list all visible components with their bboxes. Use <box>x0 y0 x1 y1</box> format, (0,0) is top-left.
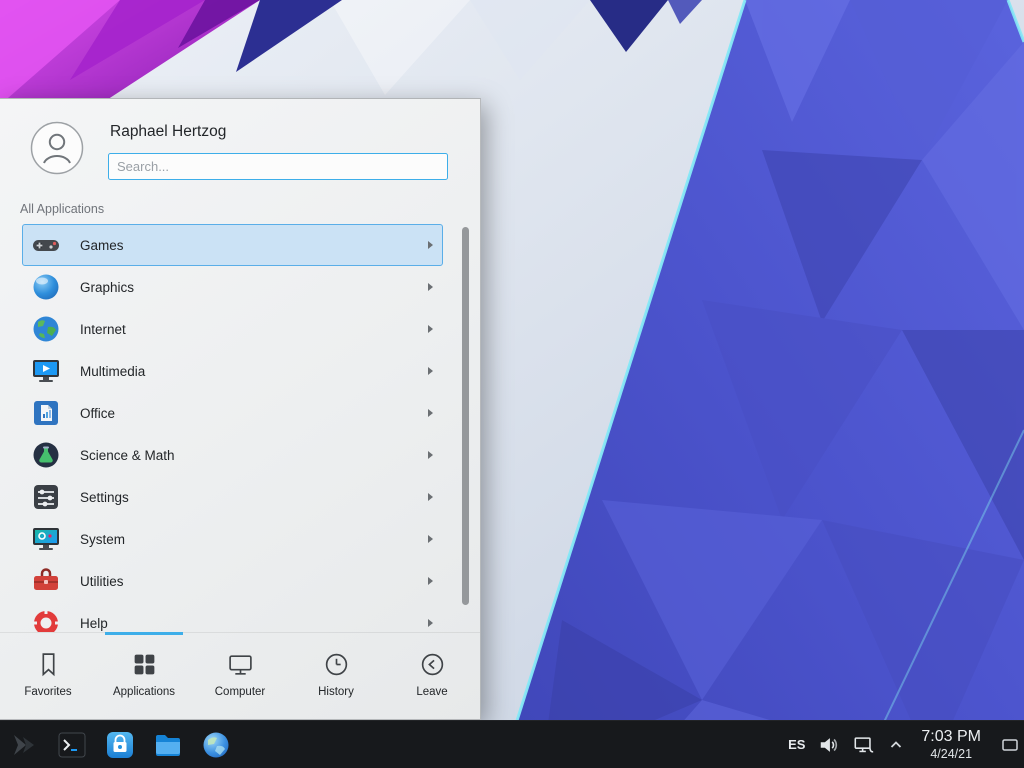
computer-icon <box>227 651 254 678</box>
category-system[interactable]: System <box>22 518 443 560</box>
category-list: Games Graphics Internet <box>0 224 480 632</box>
category-label: Help <box>80 616 410 631</box>
tab-label: History <box>318 686 354 698</box>
chevron-right-icon <box>428 241 433 249</box>
network-icon[interactable] <box>853 734 875 756</box>
show-desktop-button[interactable] <box>998 721 1022 768</box>
taskbar: ES 7:03 PM 4/24/21 <box>0 720 1024 768</box>
clock-icon <box>323 651 350 678</box>
tab-history[interactable]: History <box>288 633 384 719</box>
tab-favorites[interactable]: Favorites <box>0 633 96 719</box>
tab-applications[interactable]: Applications <box>96 633 192 719</box>
clock-date: 4/24/21 <box>930 747 972 762</box>
desktop: Raphael Hertzog All Applications Games G… <box>0 0 1024 768</box>
lifebuoy-icon <box>30 607 62 632</box>
bookmark-icon <box>35 651 62 678</box>
chevron-right-icon <box>428 577 433 585</box>
category-label: Graphics <box>80 280 410 295</box>
chevron-right-icon <box>428 409 433 417</box>
tab-label: Applications <box>113 686 175 698</box>
user-name: Raphael Hertzog <box>110 123 448 141</box>
grid-icon <box>131 651 158 678</box>
tab-label: Leave <box>416 686 447 698</box>
kde-launcher-icon[interactable] <box>8 729 40 761</box>
chevron-right-icon <box>428 619 433 627</box>
chevron-right-icon <box>428 493 433 501</box>
category-office[interactable]: Office <box>22 392 443 434</box>
expand-tray-icon[interactable] <box>888 737 904 753</box>
chevron-right-icon <box>428 283 433 291</box>
clock-time: 7:03 PM <box>921 728 981 747</box>
tab-label: Favorites <box>24 686 71 698</box>
category-label: Office <box>80 406 410 421</box>
taskbar-left <box>8 729 232 761</box>
launcher-header: Raphael Hertzog <box>0 99 480 194</box>
digital-clock[interactable]: 7:03 PM 4/24/21 <box>917 728 985 762</box>
toolbox-icon <box>30 565 62 597</box>
search-input[interactable] <box>108 153 448 180</box>
avatar[interactable] <box>30 121 84 175</box>
keyboard-layout-indicator[interactable]: ES <box>788 737 805 752</box>
category-science-math[interactable]: Science & Math <box>22 434 443 476</box>
file-manager-icon[interactable] <box>152 729 184 761</box>
category-label: Games <box>80 238 410 253</box>
category-graphics[interactable]: Graphics <box>22 266 443 308</box>
chevron-right-icon <box>428 535 433 543</box>
category-label: Internet <box>80 322 410 337</box>
globe-icon <box>30 313 62 345</box>
category-multimedia[interactable]: Multimedia <box>22 350 443 392</box>
web-browser-icon[interactable] <box>200 729 232 761</box>
category-label: Settings <box>80 490 410 505</box>
chevron-right-icon <box>428 451 433 459</box>
volume-icon[interactable] <box>818 734 840 756</box>
chevron-right-icon <box>428 367 433 375</box>
category-settings[interactable]: Settings <box>22 476 443 518</box>
header-right: Raphael Hertzog <box>108 121 448 180</box>
konsole-icon[interactable] <box>56 729 88 761</box>
monitor-play-icon <box>30 355 62 387</box>
system-tray: ES 7:03 PM 4/24/21 <box>788 721 1022 768</box>
graphics-orb-icon <box>30 271 62 303</box>
tab-computer[interactable]: Computer <box>192 633 288 719</box>
section-label: All Applications <box>0 194 480 224</box>
gamepad-icon <box>30 229 62 261</box>
category-help[interactable]: Help <box>22 602 443 632</box>
category-label: Science & Math <box>80 448 410 463</box>
system-monitor-icon <box>30 523 62 555</box>
launcher-tabbar: Favorites Applications Computer History <box>0 632 480 719</box>
category-games[interactable]: Games <box>22 224 443 266</box>
tab-label: Computer <box>215 686 266 698</box>
category-label: System <box>80 532 410 547</box>
category-internet[interactable]: Internet <box>22 308 443 350</box>
leave-icon <box>419 651 446 678</box>
tab-leave[interactable]: Leave <box>384 633 480 719</box>
document-chart-icon <box>30 397 62 429</box>
discover-icon[interactable] <box>104 729 136 761</box>
flask-icon <box>30 439 62 471</box>
sliders-icon <box>30 481 62 513</box>
category-label: Utilities <box>80 574 410 589</box>
category-utilities[interactable]: Utilities <box>22 560 443 602</box>
chevron-right-icon <box>428 325 433 333</box>
scrollbar-thumb[interactable] <box>462 227 469 605</box>
category-label: Multimedia <box>80 364 410 379</box>
application-launcher: Raphael Hertzog All Applications Games G… <box>0 98 481 720</box>
